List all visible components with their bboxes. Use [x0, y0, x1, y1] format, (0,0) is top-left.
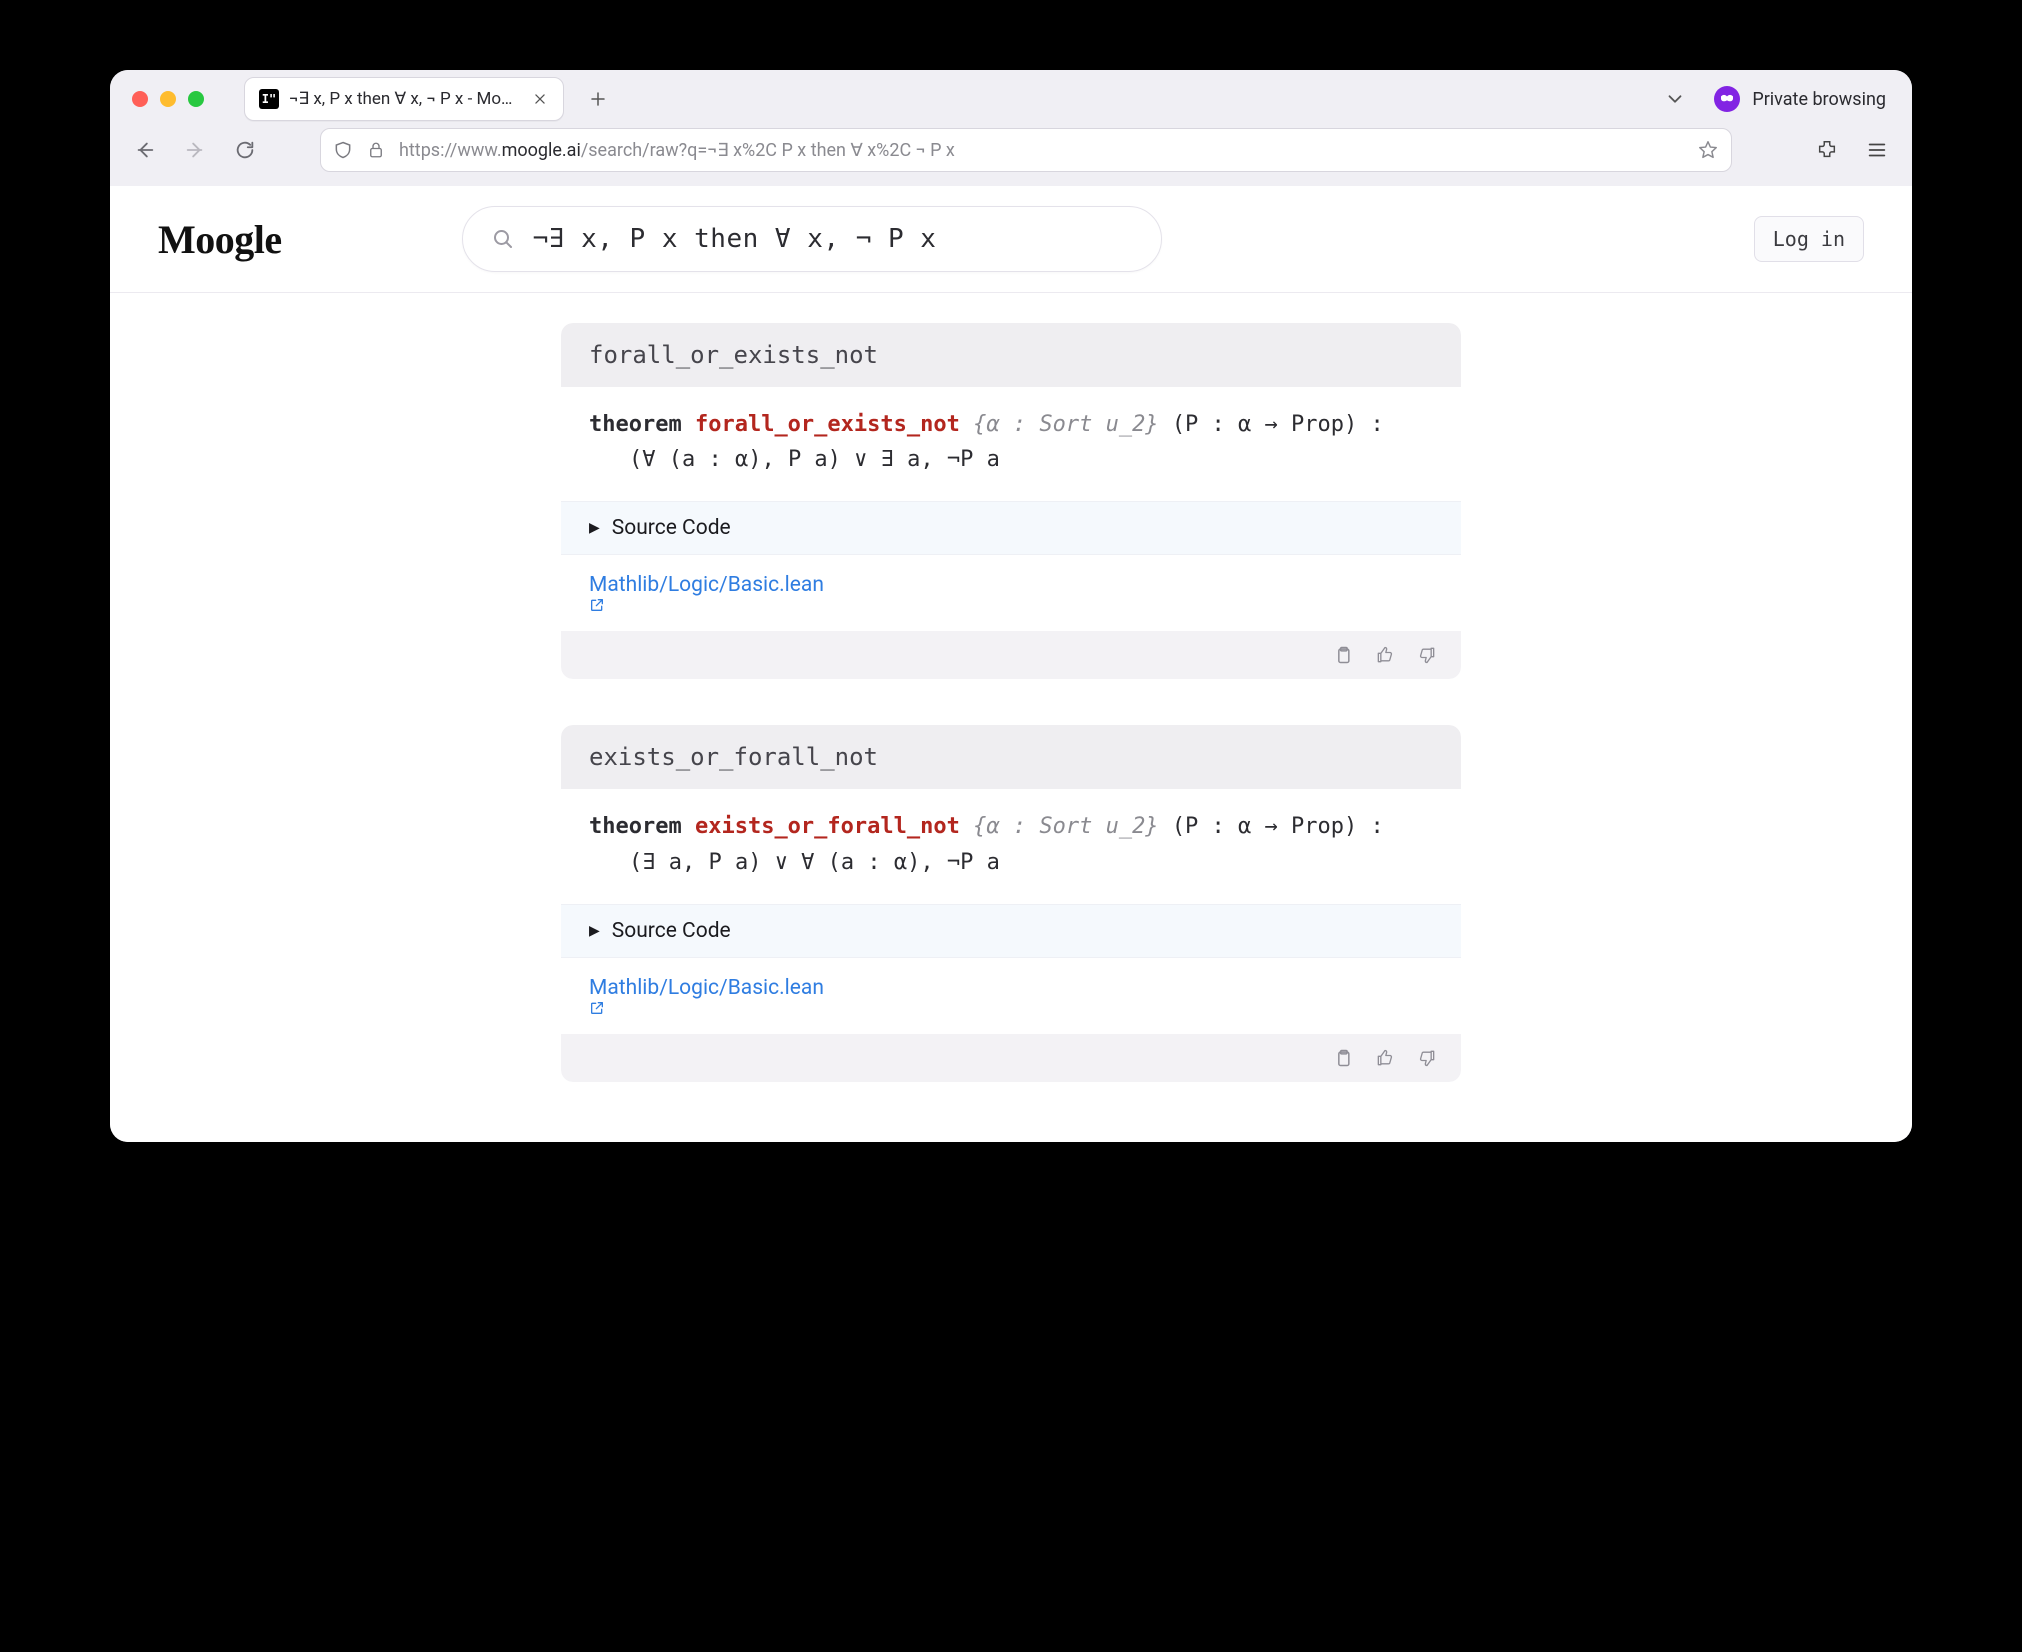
- tab-title: ¬∃ x, P x then ∀ x, ¬ P x - Moogl…: [289, 89, 521, 109]
- search-icon: [491, 227, 515, 251]
- site-header: Moogle Log in: [110, 186, 1912, 293]
- external-link-icon[interactable]: [589, 1000, 1433, 1016]
- thumbs-down-icon: [1417, 645, 1437, 665]
- window-controls: [132, 91, 204, 107]
- plus-icon: [589, 90, 607, 108]
- thumbs-up-button[interactable]: [1373, 1046, 1397, 1070]
- login-button[interactable]: Log in: [1754, 216, 1864, 262]
- source-code-label: Source Code: [612, 919, 731, 943]
- url-prefix: https://www.: [399, 140, 502, 161]
- result-signature: theorem forall_or_exists_not {α : Sort u…: [561, 387, 1461, 501]
- clipboard-icon: [1333, 645, 1353, 665]
- chevron-down-icon: [1664, 88, 1686, 110]
- address-bar[interactable]: https://www.moogle.ai/search/raw?q=¬∃ x%…: [320, 128, 1732, 172]
- extensions-button[interactable]: [1812, 135, 1842, 165]
- theorem-name: exists_or_forall_not: [695, 814, 960, 839]
- explicit-args: (P : α → Prop) :: [1172, 412, 1384, 437]
- forward-button[interactable]: [180, 135, 210, 165]
- reload-icon: [234, 139, 256, 161]
- favicon-icon: I": [259, 89, 279, 109]
- source-file-row: Mathlib/Logic/Basic.lean: [561, 958, 1461, 1034]
- thumbs-up-icon: [1375, 1048, 1395, 1068]
- url-host: moogle.ai: [502, 140, 581, 161]
- result-name: exists_or_forall_not: [561, 725, 1461, 789]
- disclosure-triangle-icon: ▶: [589, 520, 600, 536]
- theorem-body: (∃ a, P a) ∨ ∀ (a : α), ¬P a: [589, 845, 1433, 880]
- source-code-label: Source Code: [612, 516, 731, 540]
- mask-icon: [1714, 86, 1740, 112]
- star-icon: [1697, 139, 1719, 161]
- external-link-icon[interactable]: [589, 597, 1433, 613]
- reload-button[interactable]: [230, 135, 260, 165]
- result-actions: [561, 1034, 1461, 1082]
- tabs-dropdown-button[interactable]: [1664, 88, 1686, 110]
- browser-window: I" ¬∃ x, P x then ∀ x, ¬ P x - Moogl… Pr…: [110, 70, 1912, 1142]
- thumbs-down-button[interactable]: [1415, 1046, 1439, 1070]
- clipboard-icon: [1333, 1048, 1353, 1068]
- thumbs-down-icon: [1417, 1048, 1437, 1068]
- source-code-toggle[interactable]: ▶ Source Code: [561, 904, 1461, 958]
- keyword: theorem: [589, 814, 682, 839]
- shield-icon[interactable]: [333, 140, 353, 160]
- source-code-toggle[interactable]: ▶ Source Code: [561, 501, 1461, 555]
- theorem-name: forall_or_exists_not: [695, 412, 960, 437]
- theorem-body: (∀ (a : α), P a) ∨ ∃ a, ¬P a: [589, 442, 1433, 477]
- results-list: forall_or_exists_not theorem forall_or_e…: [110, 293, 1912, 1142]
- minimize-window-button[interactable]: [160, 91, 176, 107]
- browser-tab[interactable]: I" ¬∃ x, P x then ∀ x, ¬ P x - Moogl…: [244, 77, 564, 121]
- source-file-link[interactable]: Mathlib/Logic/Basic.lean: [589, 976, 824, 1000]
- hamburger-icon: [1866, 139, 1888, 161]
- app-menu-button[interactable]: [1862, 135, 1892, 165]
- search-box[interactable]: [462, 206, 1162, 272]
- result-card: exists_or_forall_not theorem exists_or_f…: [561, 725, 1461, 1081]
- disclosure-triangle-icon: ▶: [589, 923, 600, 939]
- private-browsing-indicator: Private browsing: [1714, 86, 1886, 112]
- close-tab-button[interactable]: [531, 90, 549, 108]
- thumbs-up-button[interactable]: [1373, 643, 1397, 667]
- result-card: forall_or_exists_not theorem forall_or_e…: [561, 323, 1461, 679]
- implicit-args: {α : Sort u_2}: [973, 412, 1158, 437]
- result-signature: theorem exists_or_forall_not {α : Sort u…: [561, 789, 1461, 903]
- lock-icon[interactable]: [367, 141, 385, 159]
- bookmark-button[interactable]: [1697, 139, 1719, 161]
- close-window-button[interactable]: [132, 91, 148, 107]
- arrow-right-icon: [184, 139, 206, 161]
- explicit-args: (P : α → Prop) :: [1172, 814, 1384, 839]
- new-tab-button[interactable]: [582, 83, 614, 115]
- result-name: forall_or_exists_not: [561, 323, 1461, 387]
- source-file-row: Mathlib/Logic/Basic.lean: [561, 555, 1461, 631]
- close-icon: [533, 92, 547, 106]
- search-input[interactable]: [533, 224, 1133, 254]
- site-logo[interactable]: Moogle: [158, 216, 282, 263]
- toolbar: https://www.moogle.ai/search/raw?q=¬∃ x%…: [110, 128, 1912, 186]
- thumbs-up-icon: [1375, 645, 1395, 665]
- copy-button[interactable]: [1331, 643, 1355, 667]
- url-text[interactable]: https://www.moogle.ai/search/raw?q=¬∃ x%…: [399, 140, 1683, 161]
- puzzle-icon: [1816, 139, 1838, 161]
- source-file-link[interactable]: Mathlib/Logic/Basic.lean: [589, 573, 824, 597]
- page-content: Moogle Log in forall_or_exists_not theor…: [110, 186, 1912, 1142]
- thumbs-down-button[interactable]: [1415, 643, 1439, 667]
- keyword: theorem: [589, 412, 682, 437]
- url-path: /search/raw?q=¬∃ x%2C P x then ∀ x%2C ¬ …: [581, 140, 955, 161]
- fullscreen-window-button[interactable]: [188, 91, 204, 107]
- implicit-args: {α : Sort u_2}: [973, 814, 1158, 839]
- titlebar: I" ¬∃ x, P x then ∀ x, ¬ P x - Moogl… Pr…: [110, 70, 1912, 128]
- private-browsing-label: Private browsing: [1752, 89, 1886, 110]
- copy-button[interactable]: [1331, 1046, 1355, 1070]
- back-button[interactable]: [130, 135, 160, 165]
- result-actions: [561, 631, 1461, 679]
- arrow-left-icon: [134, 139, 156, 161]
